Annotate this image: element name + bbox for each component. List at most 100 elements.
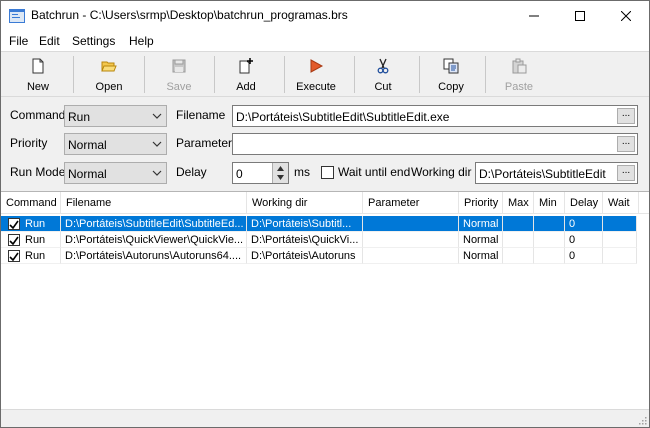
menu-bar: File Edit Settings Help: [1, 31, 649, 51]
delay-unit: ms: [294, 165, 310, 179]
new-file-icon: [32, 58, 44, 74]
cell-min: [534, 248, 565, 264]
col-wait[interactable]: Wait: [603, 192, 639, 214]
close-button[interactable]: [603, 1, 649, 31]
parameter-browse-button[interactable]: ...: [617, 136, 635, 152]
toolbar-separator: [214, 56, 215, 93]
toolbar-separator: [485, 56, 486, 93]
parameter-label: Parameter: [176, 136, 233, 150]
priority-label: Priority: [10, 136, 48, 150]
filename-input-value: D:\Portáteis\SubtitleEdit\SubtitleEdit.e…: [236, 110, 450, 124]
menu-settings[interactable]: Settings: [72, 34, 115, 48]
execute-button-label: Execute: [296, 81, 336, 93]
checkmark-icon: [9, 220, 19, 230]
table-row[interactable]: Run D:\Portáteis\QuickViewer\QuickVie...…: [1, 232, 649, 248]
paste-clipboard-icon: [512, 58, 527, 74]
command-select[interactable]: Run: [64, 105, 167, 127]
cell-filename: D:\Portáteis\Autoruns\Autoruns64....: [61, 248, 247, 264]
cell-parameter: [363, 216, 459, 232]
save-button[interactable]: Save: [148, 54, 210, 95]
play-icon: [310, 59, 324, 73]
cell-filename: D:\Portáteis\SubtitleEdit\SubtitleEd...: [61, 216, 247, 232]
app-window: Batchrun - C:\Users\srmp\Desktop\batchru…: [0, 0, 650, 428]
col-delay[interactable]: Delay: [565, 192, 603, 214]
col-parameter[interactable]: Parameter: [363, 192, 459, 214]
row-enabled-checkbox[interactable]: [8, 234, 20, 246]
cell-priority: Normal: [459, 232, 503, 248]
resize-grip-icon[interactable]: [637, 415, 647, 425]
open-button[interactable]: Open: [78, 54, 140, 95]
save-button-label: Save: [166, 81, 192, 93]
menu-help[interactable]: Help: [129, 34, 154, 48]
table-row[interactable]: Run D:\Portáteis\Autoruns\Autoruns64....…: [1, 248, 649, 264]
add-button[interactable]: Add: [217, 54, 275, 95]
toolbar-separator: [284, 56, 285, 93]
delay-spinner[interactable]: [272, 163, 288, 183]
col-max[interactable]: Max: [503, 192, 534, 214]
title-bar[interactable]: Batchrun - C:\Users\srmp\Desktop\batchru…: [1, 1, 649, 31]
runmode-select[interactable]: Normal: [64, 162, 167, 184]
delay-input[interactable]: 0: [232, 162, 289, 184]
delay-label: Delay: [176, 165, 207, 179]
cell-working-dir: D:\Portáteis\Subtitl...: [247, 216, 363, 232]
cell-delay: 0: [565, 248, 603, 264]
execute-button[interactable]: Execute: [287, 54, 345, 95]
cell-max: [503, 216, 534, 232]
col-min[interactable]: Min: [534, 192, 565, 214]
filename-input[interactable]: D:\Portáteis\SubtitleEdit\SubtitleEdit.e…: [232, 105, 638, 127]
chevron-down-icon: [152, 141, 162, 147]
chevron-down-icon: [152, 170, 162, 176]
commands-table[interactable]: Command Filename Working dir Parameter P…: [1, 191, 649, 409]
command-label: Command: [10, 108, 66, 122]
paste-button[interactable]: Paste: [489, 54, 549, 95]
toolbar: New Open Save Add Execute Cut Copy Paste: [1, 51, 649, 97]
wait-until-end-label: Wait until end: [338, 165, 411, 179]
workdir-input-value: D:\Portáteis\SubtitleEdit: [479, 167, 606, 181]
row-enabled-checkbox[interactable]: [8, 250, 20, 262]
add-file-icon: [239, 58, 253, 74]
cell-priority: Normal: [459, 216, 503, 232]
cell-max: [503, 232, 534, 248]
checkmark-icon: [9, 252, 19, 262]
parameter-input[interactable]: ...: [232, 133, 638, 155]
col-working-dir[interactable]: Working dir: [247, 192, 363, 214]
wait-until-end-checkbox[interactable]: [321, 166, 334, 179]
cell-working-dir: D:\Portáteis\QuickVi...: [247, 232, 363, 248]
workdir-input[interactable]: D:\Portáteis\SubtitleEdit ...: [475, 162, 638, 184]
command-form: Command Run Priority Normal Run Mode Nor…: [1, 98, 649, 188]
copy-button[interactable]: Copy: [422, 54, 480, 95]
cell-working-dir: D:\Portáteis\Autoruns: [247, 248, 363, 264]
cell-wait: [603, 232, 637, 248]
cell-priority: Normal: [459, 248, 503, 264]
col-command[interactable]: Command: [1, 192, 61, 214]
cell-filename: D:\Portáteis\QuickViewer\QuickVie...: [61, 232, 247, 248]
add-button-label: Add: [236, 81, 256, 93]
cell-wait: [603, 248, 637, 264]
priority-select[interactable]: Normal: [64, 133, 167, 155]
toolbar-separator: [419, 56, 420, 93]
cell-delay: 0: [565, 216, 603, 232]
col-filename[interactable]: Filename: [61, 192, 247, 214]
table-row[interactable]: Run D:\Portáteis\SubtitleEdit\SubtitleEd…: [1, 216, 649, 232]
runmode-label: Run Mode: [10, 165, 66, 179]
priority-select-value: Normal: [68, 138, 107, 152]
cell-wait: [603, 216, 637, 232]
cut-button[interactable]: Cut: [357, 54, 409, 95]
spinner-arrows-icon: [277, 166, 284, 180]
workdir-browse-button[interactable]: ...: [617, 165, 635, 181]
new-button[interactable]: New: [7, 54, 69, 95]
copy-button-label: Copy: [438, 81, 464, 93]
row-enabled-checkbox[interactable]: [8, 218, 20, 230]
toolbar-separator: [144, 56, 145, 93]
menu-file[interactable]: File: [9, 34, 28, 48]
copy-icon: [443, 58, 459, 74]
col-priority[interactable]: Priority: [459, 192, 503, 214]
menu-edit[interactable]: Edit: [39, 34, 60, 48]
cell-min: [534, 232, 565, 248]
minimize-button[interactable]: [511, 1, 557, 31]
filename-browse-button[interactable]: ...: [617, 108, 635, 124]
close-icon: [621, 11, 631, 21]
runmode-select-value: Normal: [68, 167, 107, 181]
maximize-button[interactable]: [557, 1, 603, 31]
toolbar-separator: [354, 56, 355, 93]
